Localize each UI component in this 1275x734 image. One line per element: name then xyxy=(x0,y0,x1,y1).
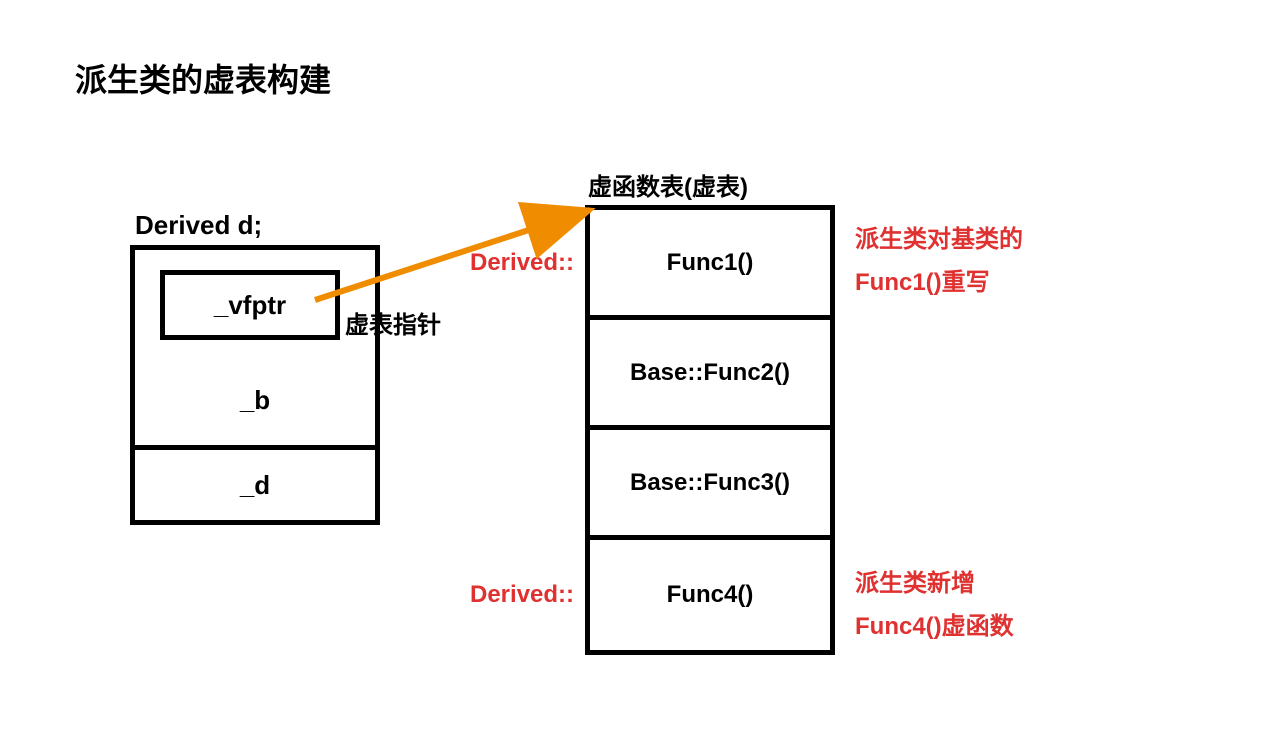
vtable-row-3-prefix: Derived:: xyxy=(470,581,574,609)
vtable-pointer-label: 虚表指针 xyxy=(345,305,441,340)
vtable-row-0-func: Func1() xyxy=(667,249,754,277)
annotation-new-func: 派生类新增 Func4()虚函数 xyxy=(855,562,1014,648)
vfptr-field: _vfptr xyxy=(160,270,340,340)
base-subobject-region: _vfptr _b xyxy=(135,250,375,450)
derived-object-box: _vfptr _b _d xyxy=(130,245,380,525)
member-b-field: _b xyxy=(135,385,375,416)
vtable-row-2-prefix: Base:: xyxy=(630,469,703,497)
annotation-override: 派生类对基类的 Func1()重写 xyxy=(855,218,1023,304)
annotation-override-line1: 派生类对基类的 xyxy=(855,218,1023,261)
vtable-row-2: Base::Func3() xyxy=(590,430,830,540)
vtable-row-3-func: Func4() xyxy=(667,581,754,609)
annotation-new-func-line2: Func4()虚函数 xyxy=(855,605,1014,648)
member-d-field: _d xyxy=(135,450,375,520)
annotation-new-func-line1: 派生类新增 xyxy=(855,562,1014,605)
vtable-box: Derived:: Func1() Base::Func2() Base::Fu… xyxy=(585,205,835,655)
object-declaration-label: Derived d; xyxy=(135,210,262,241)
vtable-title: 虚函数表(虚表) xyxy=(588,167,748,202)
annotation-override-line2: Func1()重写 xyxy=(855,261,1023,304)
vtable-row-1-func: Func2() xyxy=(703,359,790,387)
vtable-row-3: Derived:: Func4() xyxy=(590,540,830,650)
vtable-row-0-prefix: Derived:: xyxy=(470,249,574,277)
vtable-row-0: Derived:: Func1() xyxy=(590,210,830,320)
vtable-row-2-func: Func3() xyxy=(703,469,790,497)
vtable-row-1: Base::Func2() xyxy=(590,320,830,430)
vtable-row-1-prefix: Base:: xyxy=(630,359,703,387)
diagram-title: 派生类的虚表构建 xyxy=(75,55,331,101)
